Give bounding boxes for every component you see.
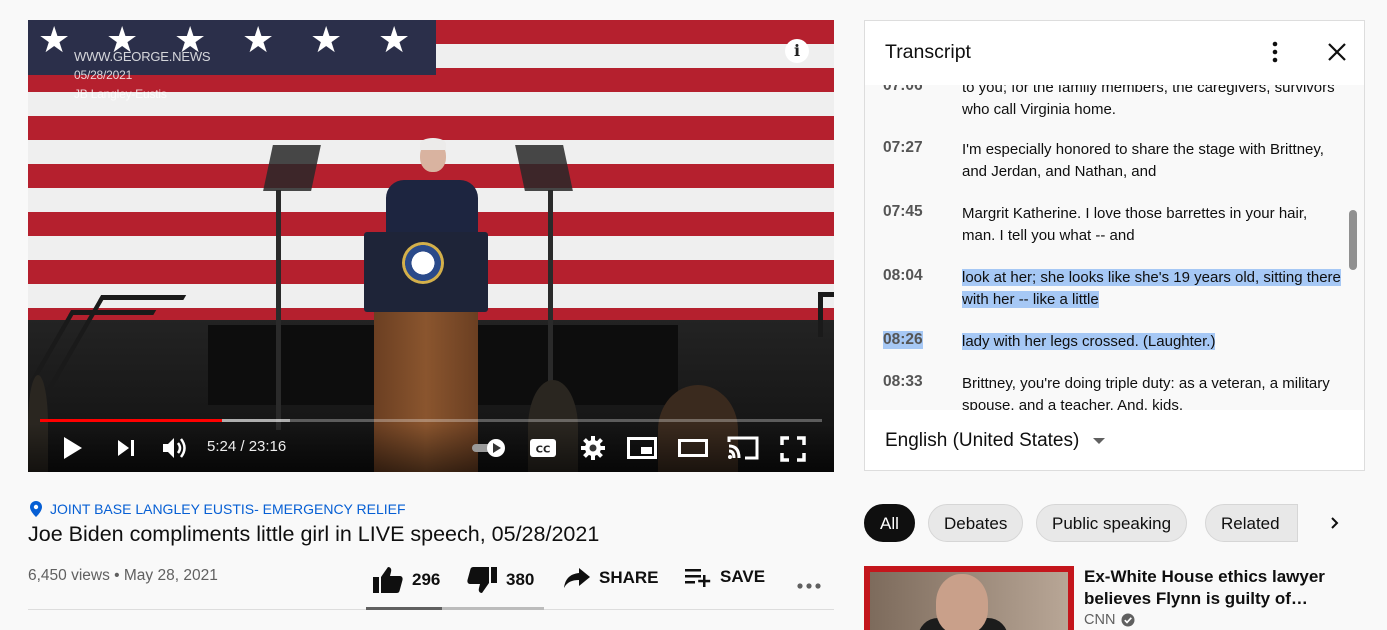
- transcript-scrollbar[interactable]: [1349, 210, 1357, 270]
- playlist-add-icon: [685, 569, 711, 587]
- share-label: SHARE: [599, 568, 659, 587]
- segment-text: lady with her legs crossed. (Laughter.): [962, 331, 1342, 353]
- progress-played: [40, 419, 223, 422]
- watermark-date: 05/28/2021: [74, 68, 133, 82]
- segment-text: look at her; she looks like she's 19 yea…: [962, 267, 1342, 311]
- transcript-list[interactable]: 08:33 Brittney, you're doing triple duty:…: [865, 85, 1364, 410]
- dislike-count: 380: [506, 570, 535, 589]
- settings-icon[interactable]: [580, 435, 606, 461]
- views-and-date: 6,450 views • May 28, 2021: [28, 567, 218, 584]
- segment-text: Brittney, you're doing triple duty: as a…: [962, 375, 1330, 410]
- segment-timestamp: 08:33: [883, 373, 923, 390]
- related-video-channel[interactable]: CNN: [1084, 612, 1135, 628]
- captions-icon[interactable]: CC: [529, 438, 557, 458]
- segment-timestamp: 08:26: [883, 331, 923, 349]
- segment-text: to you; for the family members, the care…: [962, 85, 1335, 118]
- miniplayer-icon[interactable]: [627, 437, 657, 459]
- chip-all[interactable]: All: [864, 504, 915, 542]
- more-actions-icon[interactable]: [796, 577, 822, 595]
- share-icon: [564, 568, 590, 588]
- watermark-site: WWW.GEORGE.NEWS: [74, 49, 211, 64]
- chip-related[interactable]: Related: [1205, 504, 1298, 542]
- video-player[interactable]: ★ ★ ★ ★ ★ ★ WWW.GEORGE.NEWS 05/28/2021 J…: [28, 20, 834, 472]
- theater-icon[interactable]: [678, 439, 708, 457]
- dislike-ratio-bar: [442, 607, 544, 610]
- like-button[interactable]: 296: [372, 566, 440, 594]
- dislike-button[interactable]: 380: [466, 566, 534, 594]
- presidential-seal: [402, 242, 444, 284]
- segment-highlight: lady with her legs crossed. (Laughter.): [962, 333, 1216, 350]
- location-pin-icon: [30, 501, 42, 517]
- segment-timestamp: 07:45: [883, 203, 923, 220]
- save-label: SAVE: [720, 567, 766, 586]
- related-video-thumbnail[interactable]: [864, 566, 1074, 630]
- location-link[interactable]: JOINT BASE LANGLEY EUSTIS- EMERGENCY REL…: [30, 501, 406, 517]
- cast-icon[interactable]: [727, 436, 759, 460]
- dropdown-caret-icon: [1093, 438, 1106, 444]
- chip-public-speaking[interactable]: Public speaking: [1036, 504, 1188, 542]
- autoplay-toggle-icon[interactable]: [470, 438, 508, 458]
- language-selector[interactable]: English (United States): [885, 430, 1106, 452]
- close-icon[interactable]: [1327, 42, 1347, 62]
- related-video-title[interactable]: Ex-White House ethics lawyer believes Fl…: [1084, 566, 1364, 610]
- svg-text:CC: CC: [536, 445, 551, 456]
- channel-name: CNN: [1084, 612, 1116, 628]
- thumbs-down-icon: [467, 567, 497, 593]
- progress-bar[interactable]: [40, 419, 822, 422]
- next-icon[interactable]: [116, 438, 136, 458]
- segment-timestamp: 08:04: [883, 267, 923, 284]
- fullscreen-icon[interactable]: [780, 436, 806, 462]
- transcript-panel: Transcript 08:33 Brittney, you're doing t…: [864, 20, 1365, 471]
- segment-text: I'm especially honored to share the stag…: [962, 141, 1324, 180]
- language-label: English (United States): [885, 430, 1080, 451]
- time-display: 5:24 / 23:16: [207, 438, 287, 455]
- transcript-header: Transcript: [865, 21, 1364, 85]
- chip-debates[interactable]: Debates: [928, 504, 1024, 542]
- save-button[interactable]: SAVE: [684, 566, 765, 588]
- info-icon[interactable]: i: [785, 39, 809, 63]
- player-controls: 5:24 / 23:16 CC: [28, 424, 834, 472]
- transcript-title: Transcript: [885, 41, 971, 63]
- video-title: Joe Biden compliments little girl in LIV…: [28, 522, 600, 546]
- verified-check-icon: [1121, 613, 1135, 627]
- watermark-location: JB Langley-Eustis: [74, 87, 167, 101]
- like-ratio-bar: [366, 607, 442, 610]
- chevron-right-icon[interactable]: [1330, 516, 1340, 530]
- segment-timestamp: 07:27: [883, 139, 923, 156]
- play-icon[interactable]: [62, 436, 84, 460]
- segment-timestamp: 07:06: [883, 85, 923, 94]
- more-vertical-icon[interactable]: [1271, 41, 1279, 63]
- flag-canton: ★ ★ ★ ★ ★ ★: [28, 20, 436, 75]
- share-button[interactable]: SHARE: [563, 566, 659, 590]
- like-count: 296: [412, 570, 441, 589]
- thumbs-up-icon: [373, 567, 403, 593]
- transcript-footer: English (United States): [865, 410, 1364, 470]
- volume-icon[interactable]: [161, 436, 189, 460]
- location-label: JOINT BASE LANGLEY EUSTIS- EMERGENCY REL…: [50, 501, 406, 517]
- segment-text: Margrit Katherine. I love those barrette…: [962, 205, 1308, 244]
- segment-highlight: look at her; she looks like she's 19 yea…: [962, 269, 1341, 308]
